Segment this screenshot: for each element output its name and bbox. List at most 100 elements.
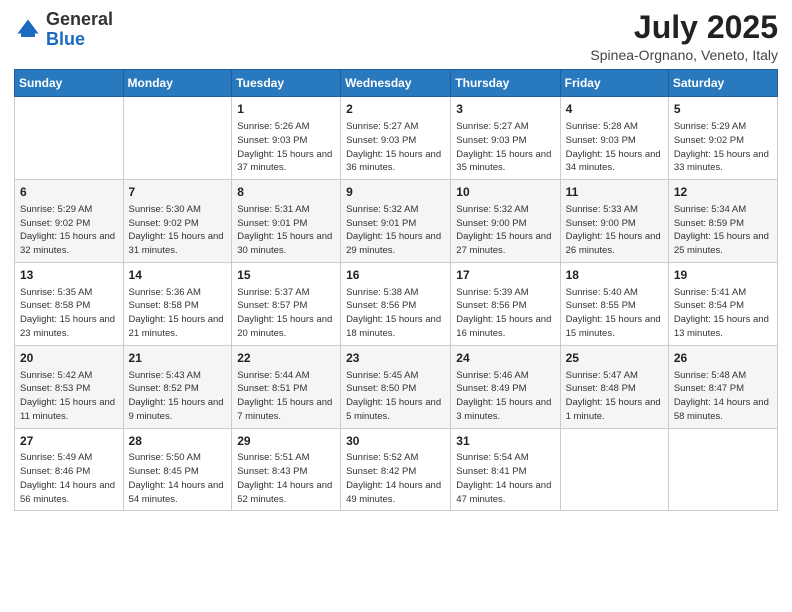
day-number: 12 [674,184,772,201]
day-number: 17 [456,267,554,284]
calendar-week-row: 6 Sunrise: 5:29 AMSunset: 9:02 PMDaylight… [15,180,778,263]
day-number: 22 [237,350,335,367]
title-month: July 2025 [590,10,778,45]
day-info: Sunrise: 5:52 AMSunset: 8:42 PMDaylight:… [346,451,445,506]
day-number: 31 [456,433,554,450]
calendar-cell: 14 Sunrise: 5:36 AMSunset: 8:58 PMDayligh… [123,262,232,345]
day-info: Sunrise: 5:28 AMSunset: 9:03 PMDaylight:… [566,120,663,175]
day-number: 25 [566,350,663,367]
title-location: Spinea-Orgnano, Veneto, Italy [590,47,778,63]
calendar-cell: 9 Sunrise: 5:32 AMSunset: 9:01 PMDaylight… [341,180,451,263]
weekday-header-wednesday: Wednesday [341,70,451,97]
logo: General Blue [14,10,113,50]
calendar-cell: 28Sunrise: 5:50 AMSunset: 8:45 PMDayligh… [123,428,232,511]
calendar-cell [560,428,668,511]
calendar-cell: 15Sunrise: 5:37 AMSunset: 8:57 PMDayligh… [232,262,341,345]
header: General Blue July 2025 Spinea-Orgnano, V… [14,10,778,63]
title-block: July 2025 Spinea-Orgnano, Veneto, Italy [590,10,778,63]
day-number: 27 [20,433,118,450]
day-info: Sunrise: 5:49 AMSunset: 8:46 PMDaylight:… [20,451,118,506]
logo-text: General Blue [46,10,113,50]
day-number: 21 [129,350,227,367]
weekday-header-thursday: Thursday [451,70,560,97]
calendar-cell: 18 Sunrise: 5:40 AMSunset: 8:55 PMDayligh… [560,262,668,345]
calendar-cell: 17 Sunrise: 5:39 AMSunset: 8:56 PMDayligh… [451,262,560,345]
calendar-cell: 2 Sunrise: 5:27 AMSunset: 9:03 PMDaylight… [341,97,451,180]
calendar-cell: 7 Sunrise: 5:30 AMSunset: 9:02 PMDaylight… [123,180,232,263]
day-info: Sunrise: 5:35 AMSunset: 8:58 PMDaylight:… [20,286,118,341]
day-info: Sunrise: 5:51 AMSunset: 8:43 PMDaylight:… [237,451,335,506]
calendar-cell: 3Sunrise: 5:27 AMSunset: 9:03 PMDaylight… [451,97,560,180]
day-number: 24 [456,350,554,367]
day-number: 14 [129,267,227,284]
calendar-cell: 1Sunrise: 5:26 AMSunset: 9:03 PMDaylight… [232,97,341,180]
day-info: Sunrise: 5:41 AMSunset: 8:54 PMDaylight:… [674,286,772,341]
day-number: 16 [346,267,445,284]
calendar-week-row: 1Sunrise: 5:26 AMSunset: 9:03 PMDaylight… [15,97,778,180]
calendar-cell: 19 Sunrise: 5:41 AMSunset: 8:54 PMDayligh… [668,262,777,345]
calendar-cell: 26Sunrise: 5:48 AMSunset: 8:47 PMDayligh… [668,345,777,428]
day-number: 5 [674,101,772,118]
day-number: 19 [674,267,772,284]
day-info: Sunrise: 5:31 AMSunset: 9:01 PMDaylight:… [237,203,335,258]
day-info: Sunrise: 5:42 AMSunset: 8:53 PMDaylight:… [20,369,118,424]
day-number: 8 [237,184,335,201]
day-info: Sunrise: 5:27 AMSunset: 9:03 PMDaylight:… [346,120,445,175]
calendar-week-row: 20 Sunrise: 5:42 AMSunset: 8:53 PMDayligh… [15,345,778,428]
calendar-cell: 27Sunrise: 5:49 AMSunset: 8:46 PMDayligh… [15,428,124,511]
day-info: Sunrise: 5:48 AMSunset: 8:47 PMDaylight:… [674,369,772,424]
day-info: Sunrise: 5:30 AMSunset: 9:02 PMDaylight:… [129,203,227,258]
logo-icon [14,16,42,44]
day-info: Sunrise: 5:38 AMSunset: 8:56 PMDaylight:… [346,286,445,341]
calendar-cell: 4 Sunrise: 5:28 AMSunset: 9:03 PMDaylight… [560,97,668,180]
day-info: Sunrise: 5:54 AMSunset: 8:41 PMDaylight:… [456,451,554,506]
day-number: 7 [129,184,227,201]
day-number: 2 [346,101,445,118]
weekday-header-sunday: Sunday [15,70,124,97]
calendar-table: SundayMondayTuesdayWednesdayThursdayFrid… [14,69,778,511]
day-number: 28 [129,433,227,450]
day-info: Sunrise: 5:27 AMSunset: 9:03 PMDaylight:… [456,120,554,175]
day-info: Sunrise: 5:29 AMSunset: 9:02 PMDaylight:… [674,120,772,175]
day-info: Sunrise: 5:33 AMSunset: 9:00 PMDaylight:… [566,203,663,258]
day-number: 6 [20,184,118,201]
calendar-cell: 29Sunrise: 5:51 AMSunset: 8:43 PMDayligh… [232,428,341,511]
day-info: Sunrise: 5:37 AMSunset: 8:57 PMDaylight:… [237,286,335,341]
day-number: 10 [456,184,554,201]
weekday-header-saturday: Saturday [668,70,777,97]
day-info: Sunrise: 5:47 AMSunset: 8:48 PMDaylight:… [566,369,663,424]
weekday-header-row: SundayMondayTuesdayWednesdayThursdayFrid… [15,70,778,97]
day-number: 18 [566,267,663,284]
calendar-cell [15,97,124,180]
page: General Blue July 2025 Spinea-Orgnano, V… [0,0,792,612]
calendar-cell: 10 Sunrise: 5:32 AMSunset: 9:00 PMDayligh… [451,180,560,263]
calendar-cell: 16 Sunrise: 5:38 AMSunset: 8:56 PMDayligh… [341,262,451,345]
day-info: Sunrise: 5:46 AMSunset: 8:49 PMDaylight:… [456,369,554,424]
day-info: Sunrise: 5:29 AMSunset: 9:02 PMDaylight:… [20,203,118,258]
day-number: 30 [346,433,445,450]
weekday-header-friday: Friday [560,70,668,97]
calendar-cell [123,97,232,180]
day-info: Sunrise: 5:36 AMSunset: 8:58 PMDaylight:… [129,286,227,341]
logo-general-text: General [46,9,113,29]
day-info: Sunrise: 5:32 AMSunset: 9:00 PMDaylight:… [456,203,554,258]
weekday-header-monday: Monday [123,70,232,97]
calendar-cell: 8 Sunrise: 5:31 AMSunset: 9:01 PMDaylight… [232,180,341,263]
day-info: Sunrise: 5:39 AMSunset: 8:56 PMDaylight:… [456,286,554,341]
calendar-week-row: 27Sunrise: 5:49 AMSunset: 8:46 PMDayligh… [15,428,778,511]
calendar-cell: 12Sunrise: 5:34 AMSunset: 8:59 PMDayligh… [668,180,777,263]
day-info: Sunrise: 5:50 AMSunset: 8:45 PMDaylight:… [129,451,227,506]
calendar-cell: 20 Sunrise: 5:42 AMSunset: 8:53 PMDayligh… [15,345,124,428]
day-info: Sunrise: 5:44 AMSunset: 8:51 PMDaylight:… [237,369,335,424]
day-number: 9 [346,184,445,201]
day-number: 20 [20,350,118,367]
day-info: Sunrise: 5:32 AMSunset: 9:01 PMDaylight:… [346,203,445,258]
calendar-cell: 24 Sunrise: 5:46 AMSunset: 8:49 PMDayligh… [451,345,560,428]
calendar-cell: 5 Sunrise: 5:29 AMSunset: 9:02 PMDaylight… [668,97,777,180]
calendar-cell: 25 Sunrise: 5:47 AMSunset: 8:48 PMDayligh… [560,345,668,428]
day-info: Sunrise: 5:40 AMSunset: 8:55 PMDaylight:… [566,286,663,341]
calendar-cell: 11Sunrise: 5:33 AMSunset: 9:00 PMDayligh… [560,180,668,263]
day-number: 23 [346,350,445,367]
day-number: 4 [566,101,663,118]
weekday-header-tuesday: Tuesday [232,70,341,97]
